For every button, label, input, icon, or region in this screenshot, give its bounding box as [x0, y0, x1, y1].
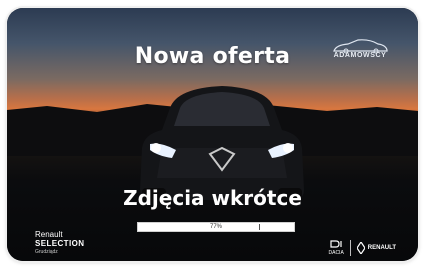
offer-card[interactable]: Nowa oferta ADAMOWSCY Zdjęcia wkrótce 77… — [7, 8, 418, 261]
dacia-logo: DACIA — [329, 240, 344, 256]
renault-logo: RENAULT — [356, 242, 396, 254]
brand-line-location: Grudziądz — [35, 249, 58, 255]
progress-label: 77% — [209, 224, 222, 230]
loading-progress-bar: 77% — [137, 222, 295, 232]
partner-logos: DACIA RENAULT — [329, 240, 396, 256]
dealer-logo: ADAMOWSCY — [320, 38, 400, 66]
renault-selection-logo: Renault SELECTION Grudziądz — [35, 230, 84, 256]
logo-divider — [349, 240, 351, 256]
dacia-text: DACIA — [328, 250, 344, 256]
brand-line-selection: SELECTION — [35, 239, 85, 248]
renault-diamond-icon — [356, 242, 365, 254]
dealer-name: ADAMOWSCY — [333, 52, 387, 59]
renault-text: RENAULT — [367, 245, 396, 251]
brand-line-renault: Renault — [35, 230, 63, 239]
dacia-emblem-icon — [330, 240, 342, 248]
photos-soon-text: Zdjęcia wkrótce — [123, 186, 302, 210]
